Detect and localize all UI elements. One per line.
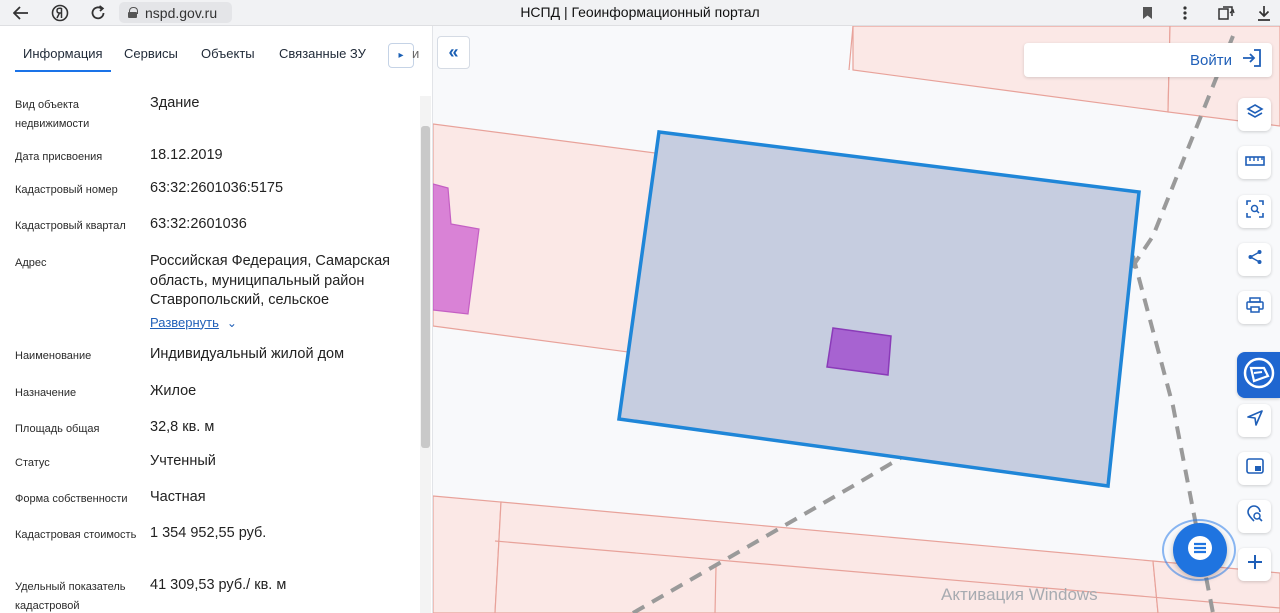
search-location-button[interactable]: [1238, 500, 1271, 533]
address-text: Российская Федерация, Самарская область,…: [150, 253, 391, 308]
attr-label: Статус: [15, 457, 50, 469]
expand-address-link[interactable]: Развернуть: [150, 313, 219, 333]
sign-in-icon: [1242, 48, 1262, 72]
layers-button[interactable]: [1238, 98, 1271, 131]
login-button[interactable]: Войти: [1024, 43, 1272, 77]
attr-label: Адрес: [15, 257, 47, 269]
attr-label: Удельный показатель кадастровой: [15, 581, 126, 612]
collapse-panel-button[interactable]: «: [437, 36, 470, 69]
attr-value: 32,8 кв. м: [150, 419, 215, 435]
nspd-services-button[interactable]: [1237, 352, 1280, 398]
collections-icon[interactable]: [1216, 3, 1236, 23]
back-arrow-icon[interactable]: [11, 3, 31, 23]
print-icon: [1245, 297, 1264, 318]
yandex-logo-icon[interactable]: [50, 3, 70, 23]
map-canvas[interactable]: [433, 26, 1280, 613]
chevron-right-icon: ▸: [398, 50, 404, 61]
more-icon[interactable]: [1175, 3, 1195, 23]
attr-value: 18.12.2019: [150, 147, 223, 163]
attr-value: 1 354 952,55 руб.: [150, 525, 267, 541]
attr-value: Жилое: [150, 383, 197, 399]
attr-label: Кадастровый квартал: [15, 220, 126, 232]
attr-value: Российская Федерация, Самарская область,…: [150, 252, 410, 333]
chevron-down-icon[interactable]: ⌄: [227, 314, 237, 334]
area-select-button[interactable]: [1238, 195, 1271, 228]
attr-value: Индивидуальный жилой дом: [150, 346, 345, 362]
attr-label: Наименование: [15, 350, 92, 362]
bookmark-icon[interactable]: [1137, 3, 1157, 23]
attr-label: Дата присвоения: [15, 151, 103, 163]
chat-button[interactable]: [1173, 523, 1227, 577]
geolocation-button[interactable]: [1238, 404, 1271, 437]
selected-building: [826, 327, 892, 376]
selected-parcel: [617, 130, 1141, 488]
minimap-button[interactable]: [1238, 452, 1271, 485]
attr-value: Здание: [150, 95, 200, 111]
attr-value: Учтенный: [150, 453, 216, 469]
geolocation-icon: [1246, 410, 1263, 431]
double-chevron-left-icon: «: [448, 42, 459, 62]
attr-label: Форма собственности: [15, 493, 128, 505]
attr-value[interactable]: 63:32:2601036: [150, 215, 410, 235]
object-info-panel: Информация Сервисы Объекты Связанные ЗУ …: [0, 26, 433, 613]
browser-toolbar: nspd.gov.ru НСПД | Геоинформационный пор…: [0, 0, 1280, 26]
login-label: Войти: [1190, 51, 1232, 69]
panel-scrollbar[interactable]: [420, 96, 431, 613]
scrollbar-thumb[interactable]: [421, 126, 430, 448]
lock-icon: [128, 7, 138, 18]
attr-label: Вид объекта недвижимости: [15, 99, 90, 130]
panel-tabs: Информация Сервисы Объекты Связанные ЗУ …: [0, 26, 432, 72]
chat-icon: [1186, 534, 1214, 567]
tab-services[interactable]: Сервисы: [124, 46, 178, 61]
zoom-in-button[interactable]: [1238, 548, 1271, 581]
tab-overflow-text: и: [412, 46, 420, 61]
attr-label: Кадастровая стоимость: [15, 529, 137, 541]
attr-label: Площадь общая: [15, 423, 100, 435]
tab-related-parcels[interactable]: Связанные ЗУ: [279, 46, 366, 61]
download-icon[interactable]: [1254, 3, 1274, 23]
windows-activation-watermark: Активация Windows: [941, 585, 1098, 604]
share-icon: [1247, 249, 1263, 270]
attr-label: Кадастровый номер: [15, 184, 118, 196]
map-layers: [433, 26, 1280, 613]
minimap-icon: [1245, 458, 1264, 479]
tab-objects[interactable]: Объекты: [201, 46, 255, 61]
attr-label: Назначение: [15, 387, 77, 399]
ruler-icon: [1244, 154, 1265, 172]
print-button[interactable]: [1238, 291, 1271, 324]
attr-value: 41 309,53 руб./ кв. м: [150, 577, 287, 593]
attr-value[interactable]: 63:32:2601036:5175: [150, 179, 410, 199]
nspd-logo-icon: [1242, 356, 1276, 395]
address-bar[interactable]: nspd.gov.ru: [119, 2, 232, 23]
layers-icon: [1245, 103, 1264, 126]
reload-icon[interactable]: [88, 3, 108, 23]
tab-information[interactable]: Информация: [15, 46, 111, 72]
url-text: nspd.gov.ru: [145, 4, 218, 21]
search-location-icon: [1246, 505, 1264, 528]
area-select-icon: [1245, 200, 1264, 223]
ruler-button[interactable]: [1238, 146, 1271, 179]
land-parcel: [433, 495, 502, 613]
tabs-scroll-right-button[interactable]: ▸: [388, 43, 414, 68]
share-button[interactable]: [1238, 243, 1271, 276]
zoom-in-icon: [1247, 554, 1263, 575]
attr-value: Частная: [150, 489, 206, 505]
